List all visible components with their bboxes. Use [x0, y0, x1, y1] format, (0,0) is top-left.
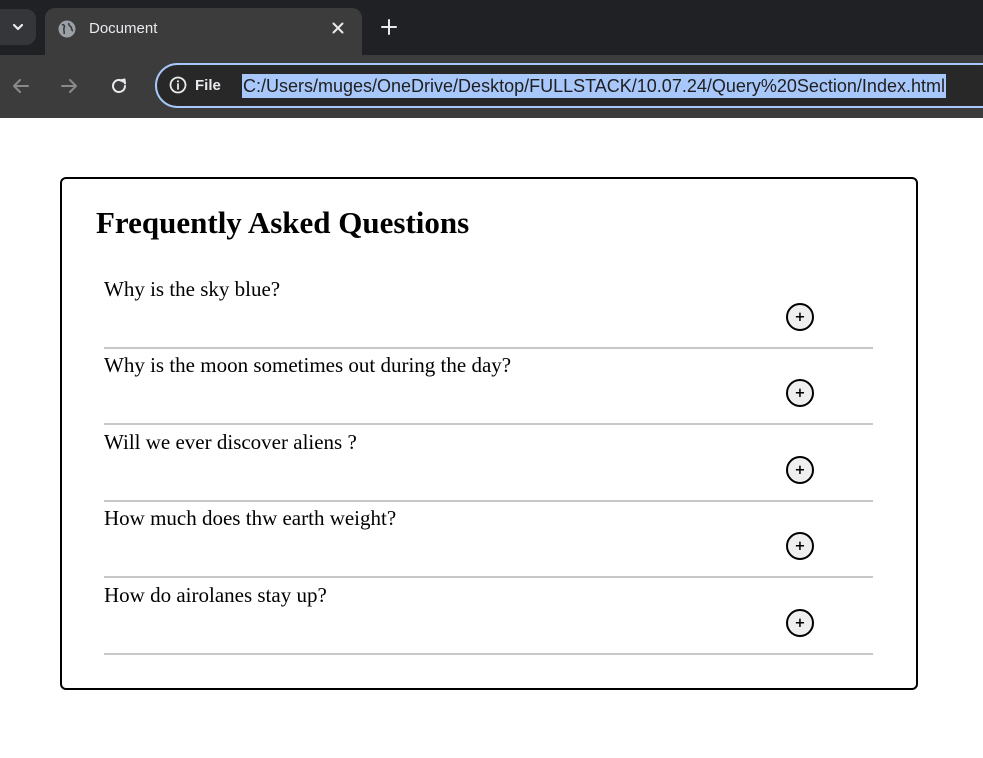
faq-question: Why is the sky blue?	[104, 277, 281, 301]
chevron-down-icon	[12, 23, 24, 31]
faq-question: How do airolanes stay up?	[104, 583, 327, 607]
faq-question: How much does thw earth weight?	[104, 506, 397, 530]
faq-expand-button[interactable]: +	[786, 609, 814, 637]
url-text[interactable]: C:/Users/muges/OneDrive/Desktop/FULLSTAC…	[242, 74, 946, 98]
site-info-label: File	[195, 76, 221, 94]
faq-item: Why is the sky blue? +	[104, 273, 873, 349]
close-icon	[332, 22, 344, 34]
info-icon	[169, 76, 187, 94]
faq-item: Will we ever discover aliens ? +	[104, 426, 873, 502]
faq-expand-button[interactable]: +	[786, 379, 814, 407]
tab-strip: Document	[0, 0, 983, 55]
reload-button[interactable]	[106, 73, 132, 99]
reload-icon	[112, 78, 126, 93]
arrow-right-icon	[61, 79, 77, 93]
site-info-button[interactable]: File	[169, 76, 221, 94]
back-button[interactable]	[8, 73, 34, 99]
tab-close-button[interactable]	[328, 18, 348, 38]
browser-chrome: Document File C:/Users/muges/OneDrive/De…	[0, 0, 983, 118]
faq-expand-button[interactable]: +	[786, 303, 814, 331]
faq-expand-button[interactable]: +	[786, 456, 814, 484]
tab-search-button[interactable]	[0, 9, 36, 45]
faq-section: Frequently Asked Questions Why is the sk…	[60, 177, 918, 690]
arrow-left-icon	[13, 79, 29, 93]
faq-question: Why is the moon sometimes out during the…	[104, 353, 512, 377]
forward-button[interactable]	[56, 73, 82, 99]
faq-item: How much does thw earth weight? +	[104, 502, 873, 578]
globe-icon	[58, 20, 76, 38]
page-title: Frequently Asked Questions	[96, 205, 470, 240]
faq-expand-button[interactable]: +	[786, 532, 814, 560]
tab-document[interactable]: Document	[45, 8, 362, 55]
faq-item: Why is the moon sometimes out during the…	[104, 349, 873, 425]
new-tab-button[interactable]	[377, 15, 401, 39]
tab-title: Document	[89, 20, 158, 37]
plus-icon	[381, 19, 397, 35]
address-bar[interactable]: File C:/Users/muges/OneDrive/Desktop/FUL…	[155, 63, 983, 108]
faq-item: How do airolanes stay up? +	[104, 579, 873, 655]
faq-question: Will we ever discover aliens ?	[104, 430, 357, 454]
